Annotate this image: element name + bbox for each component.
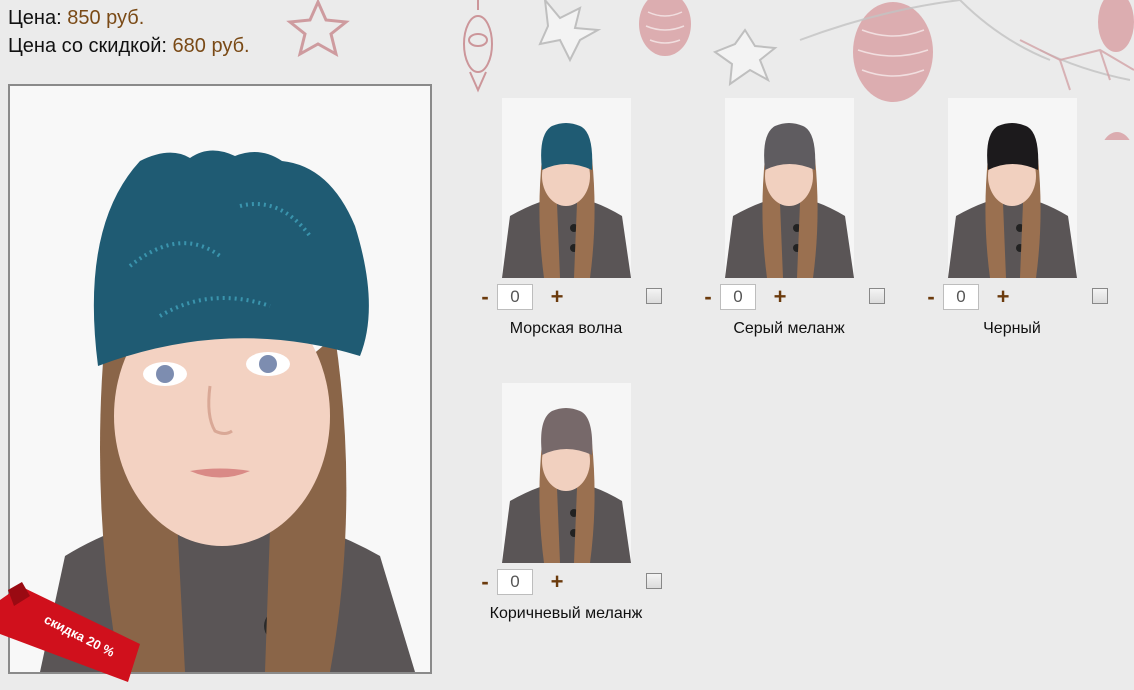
select-variant-checkbox[interactable]: [646, 288, 662, 304]
variant-name: Черный: [983, 320, 1041, 337]
variant-card: - + Морская волна: [480, 98, 670, 358]
quantity-stepper: - +: [926, 284, 1116, 312]
variant-name: Серый меланж: [733, 320, 845, 337]
quantity-stepper: - +: [703, 284, 893, 312]
decrease-quantity-button[interactable]: -: [476, 284, 494, 310]
variant-name: Морская волна: [509, 320, 623, 337]
variant-thumbnail[interactable]: [725, 98, 854, 278]
decrease-quantity-button[interactable]: -: [922, 284, 940, 310]
variant-card: - + Серый меланж: [703, 98, 893, 358]
variant-thumbnail-image: [502, 98, 631, 278]
decrease-quantity-button[interactable]: -: [699, 284, 717, 310]
variant-thumbnail-image: [948, 98, 1077, 278]
quantity-stepper: - +: [480, 569, 670, 597]
variant-thumbnail-image: [502, 383, 631, 563]
variant-card: - + Черный: [926, 98, 1116, 358]
variant-thumbnail-image: [725, 98, 854, 278]
select-variant-checkbox[interactable]: [869, 288, 885, 304]
price-value: 850 руб.: [67, 7, 145, 29]
increase-quantity-button[interactable]: +: [994, 284, 1012, 310]
variant-thumbnail[interactable]: [502, 383, 631, 563]
select-variant-checkbox[interactable]: [646, 573, 662, 589]
decrease-quantity-button[interactable]: -: [476, 569, 494, 595]
price-block: Цена: 850 руб. Цена со скидкой: 680 руб.: [8, 4, 250, 60]
variant-thumbnail[interactable]: [502, 98, 631, 278]
quantity-input[interactable]: [720, 284, 756, 310]
discount-price-line: Цена со скидкой: 680 руб.: [8, 32, 250, 60]
select-variant-checkbox[interactable]: [1092, 288, 1108, 304]
price-label: Цена:: [8, 7, 62, 29]
quantity-input[interactable]: [943, 284, 979, 310]
price-line: Цена: 850 руб.: [8, 4, 250, 32]
discount-price-label: Цена со скидкой:: [8, 35, 167, 57]
quantity-input[interactable]: [497, 569, 533, 595]
quantity-stepper: - +: [480, 284, 670, 312]
variant-card: - + Коричневый меланж: [480, 383, 670, 643]
discount-price-value: 680 руб.: [172, 35, 250, 57]
discount-ribbon: скидка 20 %: [0, 582, 140, 682]
increase-quantity-button[interactable]: +: [548, 569, 566, 595]
variant-thumbnail[interactable]: [948, 98, 1077, 278]
quantity-input[interactable]: [497, 284, 533, 310]
increase-quantity-button[interactable]: +: [548, 284, 566, 310]
increase-quantity-button[interactable]: +: [771, 284, 789, 310]
variant-name: Коричневый меланж: [489, 605, 643, 622]
